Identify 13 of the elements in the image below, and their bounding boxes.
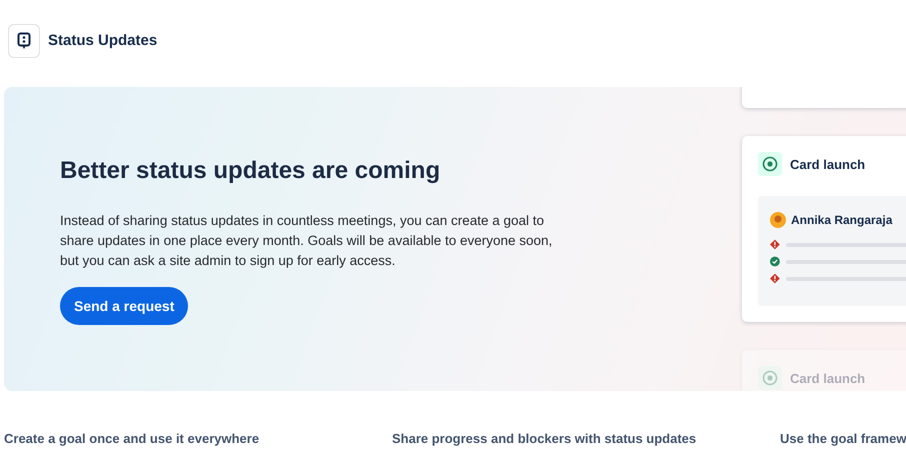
person-name: Annika Rangaraja	[791, 213, 892, 227]
feature-heading: Share progress and blockers with status updates	[392, 431, 698, 446]
send-request-button[interactable]: Send a request	[60, 287, 188, 325]
target-icon	[758, 152, 782, 176]
page-title: Status Updates	[48, 32, 158, 49]
status-icon	[8, 24, 40, 58]
banner-heading: Better status updates are coming	[60, 157, 442, 185]
target-icon	[758, 366, 782, 390]
feature-heading: Create a goal once and use it everywhere	[4, 431, 260, 446]
goal-title: Card launch	[790, 370, 866, 386]
goal-title: Card launch	[790, 156, 866, 172]
banner-description: Instead of sharing status updates in countless meetings, you can create a goal to share updates in one place every month. Goals will be available to everyone soon, but you can ask a site admin to sign up for early access.	[60, 212, 554, 270]
avatar-icon	[770, 212, 786, 228]
